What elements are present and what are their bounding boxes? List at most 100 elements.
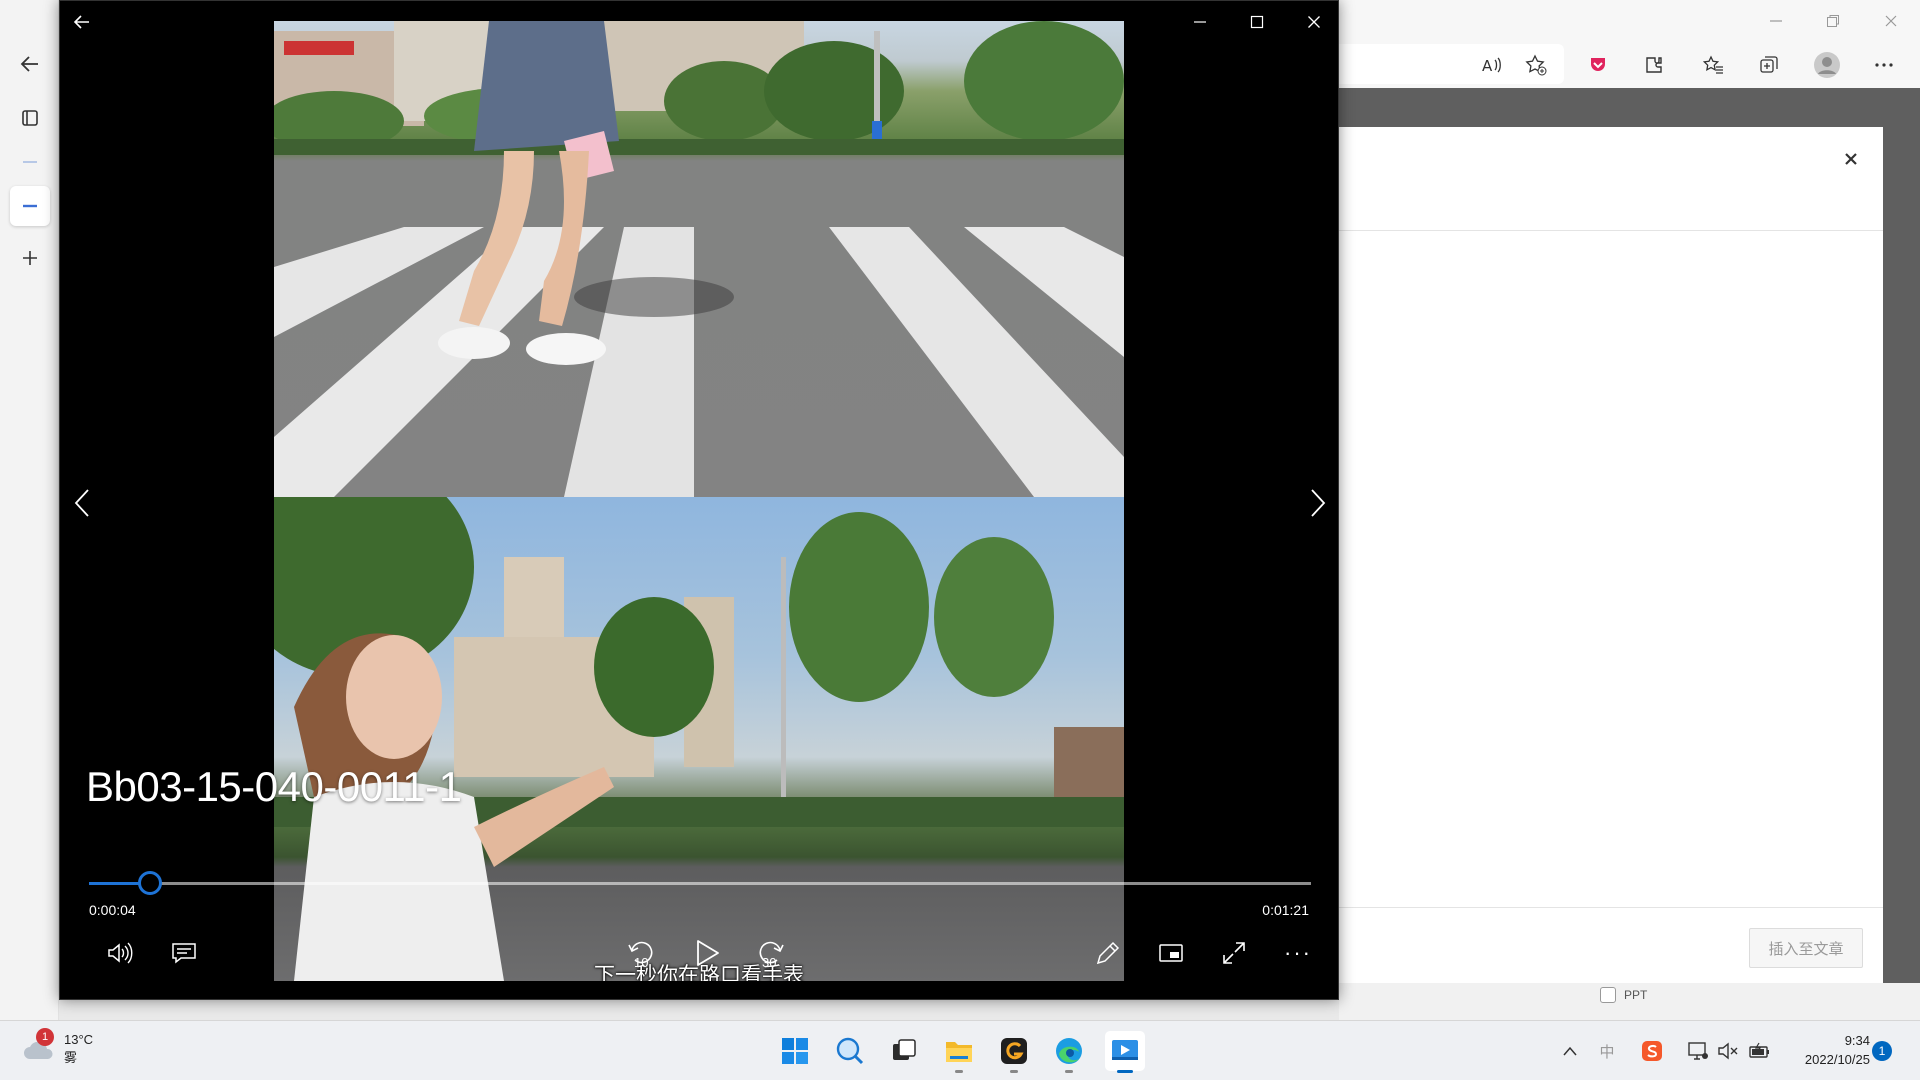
network-icon-button[interactable] xyxy=(1684,1037,1712,1065)
system-clock[interactable]: 9:34 2022/10/25 xyxy=(1782,1031,1870,1069)
restore-icon[interactable] xyxy=(1813,8,1853,34)
media-player-icon xyxy=(1112,1040,1138,1060)
mini-view-icon xyxy=(1159,944,1183,962)
extensions-icon[interactable] xyxy=(1637,48,1671,82)
network-icon xyxy=(1688,1042,1708,1060)
dialog-footer: 插入至文章 xyxy=(1339,907,1883,983)
minus-icon[interactable] xyxy=(10,142,50,182)
edge-button[interactable] xyxy=(1049,1031,1089,1073)
dialog-header xyxy=(1339,127,1883,231)
collections-icon[interactable] xyxy=(1752,48,1786,82)
media-player-window: 下一秒你在路口看手表 Bb03-15-040-0011-1 0:00:04 0:… xyxy=(59,0,1339,1000)
clock-date: 2022/10/25 xyxy=(1804,1052,1870,1067)
battery-icon xyxy=(1749,1042,1769,1058)
skip-forward-30-button[interactable]: 30 xyxy=(749,931,793,975)
ppt-option[interactable]: PPT xyxy=(1600,987,1647,1003)
windows-logo-icon xyxy=(782,1038,808,1064)
file-explorer-button[interactable] xyxy=(939,1031,979,1073)
insert-to-article-button[interactable]: 插入至文章 xyxy=(1749,928,1863,968)
skip-back-label: 10 xyxy=(634,955,649,970)
subtitles-icon xyxy=(172,943,196,964)
volume-tray-button[interactable] xyxy=(1714,1037,1742,1065)
mini-view-button[interactable] xyxy=(1149,931,1193,975)
read-aloud-icon[interactable]: A xyxy=(1474,48,1508,82)
duration-time: 0:01:21 xyxy=(1262,902,1309,918)
dialog-close-button[interactable] xyxy=(1837,145,1865,173)
running-indicator xyxy=(955,1070,963,1073)
taskbar: 1 13°C 雾 中 9:34 2022/10/25 1 xyxy=(0,1020,1920,1080)
start-button[interactable] xyxy=(775,1031,815,1071)
favorites-icon[interactable] xyxy=(1696,48,1730,82)
previous-video-button[interactable] xyxy=(64,481,100,525)
current-time: 0:00:04 xyxy=(89,902,136,918)
app-g-button[interactable] xyxy=(994,1031,1034,1073)
media-player-button[interactable] xyxy=(1105,1031,1145,1073)
person-legs-graphic xyxy=(438,21,619,365)
search-icon xyxy=(836,1037,864,1065)
add-favorite-icon[interactable] xyxy=(1519,48,1553,82)
chevron-left-icon xyxy=(74,489,89,517)
video-frame[interactable]: 下一秒你在路口看手表 xyxy=(274,21,1124,981)
video-scene-person xyxy=(274,497,1124,981)
back-arrow-icon[interactable] xyxy=(10,44,50,84)
volume-muted-icon xyxy=(1718,1042,1738,1060)
close-icon[interactable] xyxy=(1871,8,1911,34)
weather-widget[interactable]: 1 13°C 雾 xyxy=(22,1028,94,1067)
sogou-icon xyxy=(1642,1041,1662,1061)
folder-icon xyxy=(946,1042,972,1062)
plus-icon[interactable] xyxy=(10,238,50,278)
minimize-button[interactable] xyxy=(1178,7,1222,37)
subtitles-button[interactable] xyxy=(162,931,206,975)
back-arrow-icon xyxy=(73,15,89,29)
chevron-right-icon xyxy=(1311,489,1326,517)
person-graphic xyxy=(294,633,614,981)
minimize-icon xyxy=(1194,21,1206,23)
edge-sidebar xyxy=(0,0,59,1020)
more-icon[interactable] xyxy=(1867,48,1901,82)
ppt-checkbox[interactable] xyxy=(1600,987,1616,1003)
volume-button[interactable] xyxy=(98,931,142,975)
edge-icon xyxy=(1056,1038,1082,1064)
volume-icon xyxy=(108,942,133,964)
fullscreen-icon xyxy=(1223,942,1245,964)
ppt-label: PPT xyxy=(1624,988,1648,1002)
battery-tray-button[interactable] xyxy=(1746,1037,1774,1065)
edit-button[interactable] xyxy=(1086,931,1130,975)
video-scene-crosswalk xyxy=(274,21,1124,497)
clock-time: 9:34 xyxy=(1844,1033,1870,1048)
close-icon xyxy=(1308,16,1320,28)
running-indicator xyxy=(1010,1070,1018,1073)
search-button[interactable] xyxy=(830,1031,870,1071)
weather-badge: 1 xyxy=(36,1028,54,1046)
play-button[interactable] xyxy=(685,931,729,975)
insert-dialog: 插入至文章 xyxy=(1339,127,1883,983)
ime-indicator[interactable]: 中 xyxy=(1593,1037,1621,1065)
weather-temperature: 13°C xyxy=(64,1032,94,1047)
maximize-button[interactable] xyxy=(1235,7,1279,37)
skip-forward-label: 30 xyxy=(762,955,777,970)
skip-back-10-button[interactable]: 10 xyxy=(619,931,663,975)
minus-icon[interactable] xyxy=(10,186,50,226)
back-button[interactable] xyxy=(60,7,104,37)
chevron-up-icon xyxy=(1563,1046,1577,1056)
sogou-ime-button[interactable] xyxy=(1638,1037,1666,1065)
seek-bar-thumb[interactable] xyxy=(138,871,163,895)
seek-bar[interactable] xyxy=(89,871,1311,895)
show-hidden-icons-button[interactable] xyxy=(1556,1037,1584,1065)
close-button[interactable] xyxy=(1292,7,1336,37)
pocket-icon[interactable] xyxy=(1581,48,1615,82)
fullscreen-button[interactable] xyxy=(1212,931,1256,975)
profile-icon[interactable] xyxy=(1810,48,1844,82)
tab-actions-icon[interactable] xyxy=(10,98,50,138)
weather-condition: 雾 xyxy=(64,1050,78,1065)
maximize-icon xyxy=(1250,15,1264,29)
video-title: Bb03-15-040-0011-1 xyxy=(86,763,462,810)
minimize-icon[interactable] xyxy=(1756,8,1796,34)
task-view-icon xyxy=(893,1039,916,1060)
notification-badge[interactable]: 1 xyxy=(1872,1041,1892,1061)
next-video-button[interactable] xyxy=(1300,481,1336,525)
pencil-icon xyxy=(1096,941,1120,965)
app-g-icon xyxy=(1001,1038,1027,1064)
more-options-button[interactable]: ··· xyxy=(1276,931,1320,975)
task-view-button[interactable] xyxy=(884,1031,924,1071)
